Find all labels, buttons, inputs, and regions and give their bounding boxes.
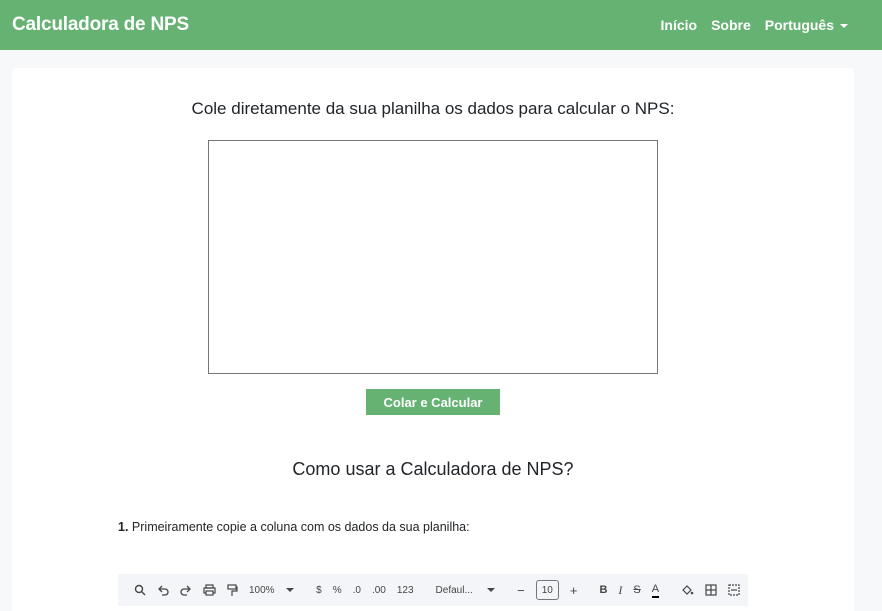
redo-icon (180, 580, 192, 600)
data-paste-textarea[interactable] (208, 140, 658, 374)
nav-link-home[interactable]: Início (661, 17, 698, 33)
font-size-increase: + (569, 582, 578, 598)
caret-down-icon (286, 588, 295, 592)
nav-link-about[interactable]: Sobre (711, 17, 751, 33)
zoom-select: 100% (249, 580, 295, 600)
intro-text: Cole diretamente da sua planilha os dado… (191, 99, 675, 118)
spreadsheet-toolbar-image: 100% $ % .0 .00 123 Defaul... − 10 + B I… (118, 574, 748, 606)
merge-cells-icon (728, 580, 740, 600)
font-size-decrease: − (517, 582, 525, 598)
zoom-value: 100% (249, 584, 275, 596)
nav-links: Início Sobre Português (661, 17, 870, 33)
text-color-button: A (651, 582, 660, 598)
caret-down-icon (840, 24, 848, 29)
font-size-field: 10 (535, 580, 559, 600)
currency-format: $ (316, 584, 322, 596)
print-icon (203, 580, 216, 600)
undo-icon (157, 580, 169, 600)
top-navbar: Calculadora de NPS Início Sobre Portuguê… (0, 0, 882, 50)
caret-down-icon (487, 588, 496, 592)
fill-color-icon (681, 580, 694, 600)
step-1: 1. Primeiramente copie a coluna com os d… (118, 520, 470, 534)
paint-format-icon (227, 580, 238, 600)
bold-button: B (599, 584, 608, 596)
number-format: 123 (396, 584, 414, 596)
decrease-decimal: .0 (352, 584, 361, 596)
paste-calculate-button[interactable]: Colar e Calcular (366, 389, 500, 415)
step-1-number: 1. (118, 520, 129, 534)
search-icon (134, 580, 146, 600)
main-card: Cole diretamente da sua planilha os dado… (12, 68, 854, 611)
italic-button: I (618, 582, 623, 597)
increase-decimal: .00 (371, 584, 386, 596)
borders-icon (705, 580, 717, 600)
how-to-title: Como usar a Calculadora de NPS? (292, 459, 574, 479)
language-dropdown[interactable]: Português (765, 17, 848, 33)
percent-format: % (332, 584, 342, 596)
font-name: Defaul... (435, 584, 473, 596)
step-1-text: Primeiramente copie a coluna com os dado… (128, 520, 470, 534)
font-select: Defaul... (436, 580, 496, 600)
strikethrough-button: S (633, 584, 641, 596)
brand-title[interactable]: Calculadora de NPS (12, 14, 189, 36)
language-label: Português (764, 17, 834, 33)
